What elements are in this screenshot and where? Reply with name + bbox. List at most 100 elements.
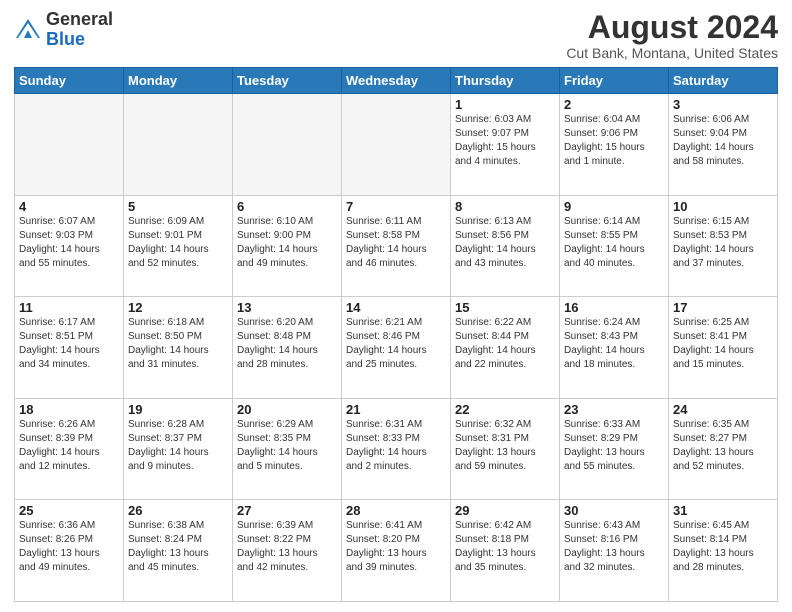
calendar-cell: 22Sunrise: 6:32 AM Sunset: 8:31 PM Dayli… — [451, 398, 560, 500]
day-number: 25 — [19, 503, 119, 518]
day-info: Sunrise: 6:09 AM Sunset: 9:01 PM Dayligh… — [128, 215, 228, 271]
calendar-week-row: 1Sunrise: 6:03 AM Sunset: 9:07 PM Daylig… — [15, 94, 778, 196]
logo-icon — [14, 16, 42, 44]
day-info: Sunrise: 6:11 AM Sunset: 8:58 PM Dayligh… — [346, 215, 446, 271]
day-info: Sunrise: 6:31 AM Sunset: 8:33 PM Dayligh… — [346, 418, 446, 474]
day-info: Sunrise: 6:25 AM Sunset: 8:41 PM Dayligh… — [673, 316, 773, 372]
day-number: 8 — [455, 199, 555, 214]
day-number: 13 — [237, 300, 337, 315]
day-info: Sunrise: 6:24 AM Sunset: 8:43 PM Dayligh… — [564, 316, 664, 372]
calendar-cell — [124, 94, 233, 196]
calendar-day-header: Wednesday — [342, 68, 451, 94]
day-number: 6 — [237, 199, 337, 214]
calendar-cell — [15, 94, 124, 196]
day-number: 7 — [346, 199, 446, 214]
day-info: Sunrise: 6:33 AM Sunset: 8:29 PM Dayligh… — [564, 418, 664, 474]
header: General Blue August 2024 Cut Bank, Monta… — [14, 10, 778, 61]
logo-blue: Blue — [46, 30, 113, 50]
calendar-cell: 21Sunrise: 6:31 AM Sunset: 8:33 PM Dayli… — [342, 398, 451, 500]
calendar-cell: 11Sunrise: 6:17 AM Sunset: 8:51 PM Dayli… — [15, 297, 124, 399]
calendar-day-header: Friday — [560, 68, 669, 94]
day-info: Sunrise: 6:21 AM Sunset: 8:46 PM Dayligh… — [346, 316, 446, 372]
day-info: Sunrise: 6:39 AM Sunset: 8:22 PM Dayligh… — [237, 519, 337, 575]
day-number: 18 — [19, 402, 119, 417]
day-info: Sunrise: 6:26 AM Sunset: 8:39 PM Dayligh… — [19, 418, 119, 474]
page: General Blue August 2024 Cut Bank, Monta… — [0, 0, 792, 612]
day-number: 9 — [564, 199, 664, 214]
calendar-cell: 8Sunrise: 6:13 AM Sunset: 8:56 PM Daylig… — [451, 195, 560, 297]
calendar-cell: 12Sunrise: 6:18 AM Sunset: 8:50 PM Dayli… — [124, 297, 233, 399]
day-number: 1 — [455, 97, 555, 112]
day-number: 24 — [673, 402, 773, 417]
calendar-day-header: Tuesday — [233, 68, 342, 94]
calendar-cell: 15Sunrise: 6:22 AM Sunset: 8:44 PM Dayli… — [451, 297, 560, 399]
calendar-header-row: SundayMondayTuesdayWednesdayThursdayFrid… — [15, 68, 778, 94]
calendar-day-header: Sunday — [15, 68, 124, 94]
day-info: Sunrise: 6:22 AM Sunset: 8:44 PM Dayligh… — [455, 316, 555, 372]
calendar-cell: 30Sunrise: 6:43 AM Sunset: 8:16 PM Dayli… — [560, 500, 669, 602]
calendar-cell: 10Sunrise: 6:15 AM Sunset: 8:53 PM Dayli… — [669, 195, 778, 297]
title-area: August 2024 Cut Bank, Montana, United St… — [566, 10, 778, 61]
calendar-day-header: Saturday — [669, 68, 778, 94]
day-number: 26 — [128, 503, 228, 518]
calendar-week-row: 11Sunrise: 6:17 AM Sunset: 8:51 PM Dayli… — [15, 297, 778, 399]
day-number: 31 — [673, 503, 773, 518]
calendar-cell: 31Sunrise: 6:45 AM Sunset: 8:14 PM Dayli… — [669, 500, 778, 602]
day-info: Sunrise: 6:18 AM Sunset: 8:50 PM Dayligh… — [128, 316, 228, 372]
calendar-cell: 18Sunrise: 6:26 AM Sunset: 8:39 PM Dayli… — [15, 398, 124, 500]
day-number: 4 — [19, 199, 119, 214]
day-number: 23 — [564, 402, 664, 417]
day-number: 28 — [346, 503, 446, 518]
day-info: Sunrise: 6:38 AM Sunset: 8:24 PM Dayligh… — [128, 519, 228, 575]
day-info: Sunrise: 6:28 AM Sunset: 8:37 PM Dayligh… — [128, 418, 228, 474]
day-info: Sunrise: 6:20 AM Sunset: 8:48 PM Dayligh… — [237, 316, 337, 372]
calendar-cell — [233, 94, 342, 196]
calendar-cell: 5Sunrise: 6:09 AM Sunset: 9:01 PM Daylig… — [124, 195, 233, 297]
day-info: Sunrise: 6:15 AM Sunset: 8:53 PM Dayligh… — [673, 215, 773, 271]
day-info: Sunrise: 6:10 AM Sunset: 9:00 PM Dayligh… — [237, 215, 337, 271]
calendar-week-row: 18Sunrise: 6:26 AM Sunset: 8:39 PM Dayli… — [15, 398, 778, 500]
calendar-cell: 13Sunrise: 6:20 AM Sunset: 8:48 PM Dayli… — [233, 297, 342, 399]
calendar-cell — [342, 94, 451, 196]
day-info: Sunrise: 6:36 AM Sunset: 8:26 PM Dayligh… — [19, 519, 119, 575]
calendar-cell: 7Sunrise: 6:11 AM Sunset: 8:58 PM Daylig… — [342, 195, 451, 297]
day-number: 3 — [673, 97, 773, 112]
calendar-cell: 19Sunrise: 6:28 AM Sunset: 8:37 PM Dayli… — [124, 398, 233, 500]
day-number: 19 — [128, 402, 228, 417]
day-number: 15 — [455, 300, 555, 315]
calendar-cell: 3Sunrise: 6:06 AM Sunset: 9:04 PM Daylig… — [669, 94, 778, 196]
calendar-cell: 26Sunrise: 6:38 AM Sunset: 8:24 PM Dayli… — [124, 500, 233, 602]
day-number: 10 — [673, 199, 773, 214]
day-number: 29 — [455, 503, 555, 518]
calendar-cell: 14Sunrise: 6:21 AM Sunset: 8:46 PM Dayli… — [342, 297, 451, 399]
calendar-cell: 25Sunrise: 6:36 AM Sunset: 8:26 PM Dayli… — [15, 500, 124, 602]
day-info: Sunrise: 6:43 AM Sunset: 8:16 PM Dayligh… — [564, 519, 664, 575]
calendar-cell: 27Sunrise: 6:39 AM Sunset: 8:22 PM Dayli… — [233, 500, 342, 602]
calendar-week-row: 25Sunrise: 6:36 AM Sunset: 8:26 PM Dayli… — [15, 500, 778, 602]
day-number: 21 — [346, 402, 446, 417]
calendar-cell: 28Sunrise: 6:41 AM Sunset: 8:20 PM Dayli… — [342, 500, 451, 602]
calendar-cell: 4Sunrise: 6:07 AM Sunset: 9:03 PM Daylig… — [15, 195, 124, 297]
day-info: Sunrise: 6:06 AM Sunset: 9:04 PM Dayligh… — [673, 113, 773, 169]
calendar-cell: 17Sunrise: 6:25 AM Sunset: 8:41 PM Dayli… — [669, 297, 778, 399]
day-number: 17 — [673, 300, 773, 315]
logo-text: General Blue — [46, 10, 113, 50]
day-info: Sunrise: 6:13 AM Sunset: 8:56 PM Dayligh… — [455, 215, 555, 271]
calendar-cell: 29Sunrise: 6:42 AM Sunset: 8:18 PM Dayli… — [451, 500, 560, 602]
day-info: Sunrise: 6:35 AM Sunset: 8:27 PM Dayligh… — [673, 418, 773, 474]
day-number: 27 — [237, 503, 337, 518]
calendar-table: SundayMondayTuesdayWednesdayThursdayFrid… — [14, 67, 778, 602]
calendar-day-header: Monday — [124, 68, 233, 94]
calendar-cell: 24Sunrise: 6:35 AM Sunset: 8:27 PM Dayli… — [669, 398, 778, 500]
calendar-cell: 6Sunrise: 6:10 AM Sunset: 9:00 PM Daylig… — [233, 195, 342, 297]
logo-general: General — [46, 10, 113, 30]
day-info: Sunrise: 6:04 AM Sunset: 9:06 PM Dayligh… — [564, 113, 664, 169]
day-number: 16 — [564, 300, 664, 315]
calendar-cell: 20Sunrise: 6:29 AM Sunset: 8:35 PM Dayli… — [233, 398, 342, 500]
location: Cut Bank, Montana, United States — [566, 45, 778, 61]
day-info: Sunrise: 6:17 AM Sunset: 8:51 PM Dayligh… — [19, 316, 119, 372]
day-info: Sunrise: 6:42 AM Sunset: 8:18 PM Dayligh… — [455, 519, 555, 575]
day-number: 20 — [237, 402, 337, 417]
day-number: 12 — [128, 300, 228, 315]
day-number: 14 — [346, 300, 446, 315]
